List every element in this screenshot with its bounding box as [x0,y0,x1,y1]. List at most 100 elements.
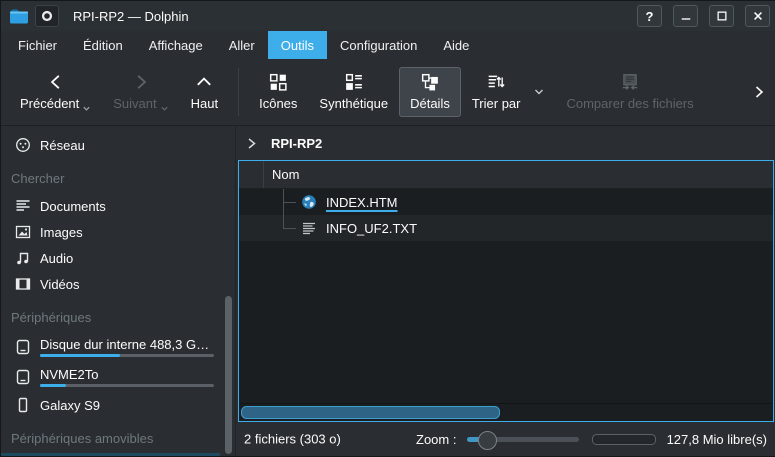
sidebar-item-label: Audio [40,251,73,266]
horizontal-scrollbar[interactable] [239,403,773,421]
minimize-icon [680,10,692,22]
free-space-bar [592,434,656,445]
forward-label: Suivant [113,97,156,111]
sidebar-item-label: Disque dur interne 488,3 G… [40,337,214,352]
back-button[interactable]: Précédent [9,67,102,117]
breadcrumb: RPI-RP2 [236,126,775,160]
sidebar-item-documents[interactable]: Documents [1,193,220,219]
zoom-slider[interactable] [467,431,579,448]
places-panel: Réseau Chercher Documents Images Audio V… [1,126,236,456]
menu-fichier[interactable]: Fichier [5,31,70,59]
items-count: 2 fichiers (303 o) [244,432,341,447]
menu-aller[interactable]: Aller [216,31,268,59]
minimize-button[interactable] [673,5,698,27]
sidebar-item-galaxy-s9[interactable]: Galaxy S9 [1,392,220,418]
help-button[interactable]: ? [637,5,662,27]
icons-view-icon [269,73,287,91]
hard-drive-icon [15,339,31,355]
forward-button[interactable]: Suivant [102,67,179,117]
view-header: Nom [239,161,773,189]
disk-usage-bar [40,354,214,357]
breadcrumb-root[interactable]: RPI-RP2 [271,136,322,151]
window-body: Réseau Chercher Documents Images Audio V… [1,126,775,456]
close-button[interactable] [745,5,770,27]
sidebar-item-rpi-rp2[interactable]: RPI-RP2 [1,453,220,457]
sidebar-item-videos[interactable]: Vidéos [1,271,220,297]
chevron-down-icon [82,104,91,111]
sidebar-item-label: Documents [40,199,106,214]
maximize-button[interactable] [709,5,734,27]
sidebar-item-disque-dur[interactable]: Disque dur interne 488,3 G… [1,332,220,362]
section-peripheriques: Périphériques [1,297,235,332]
up-label: Haut [191,97,218,111]
details-view-button[interactable]: Détails [399,67,461,117]
menu-edition[interactable]: Édition [70,31,136,59]
network-icon [15,137,31,153]
dolphin-window: RPI-RP2 — Dolphin ? Fichier Édition Affi… [0,0,775,457]
compact-label: Synthétique [319,97,388,111]
main-panel: RPI-RP2 Nom INDEX.HTM INFO_UF2.TX [236,126,775,456]
file-name: INDEX.HTM [326,195,398,210]
up-button[interactable]: Haut [180,67,229,117]
compact-view-icon [345,73,363,91]
sidebar-item-label: Images [40,225,83,240]
icons-label: Icônes [259,97,297,111]
compare-icon [621,73,639,91]
window-menu-button[interactable] [35,5,59,27]
close-icon [752,10,764,22]
sort-label: Trier par [472,97,521,111]
documents-icon [15,198,31,214]
compact-view-button[interactable]: Synthétique [308,67,399,117]
disk-usage-bar [40,384,214,387]
chevron-left-icon [47,73,65,91]
details-view-icon [421,73,439,91]
phone-icon [15,397,31,413]
sort-icon [487,73,505,91]
tree-line [283,228,296,229]
compare-files-button[interactable]: Comparer des fichiers [555,67,704,117]
zoom-control: Zoom : [416,422,579,456]
sidebar-item-audio[interactable]: Audio [1,245,220,271]
titlebar[interactable]: RPI-RP2 — Dolphin ? [1,1,775,31]
menu-outils[interactable]: Outils [268,31,327,59]
sidebar-item-reseau[interactable]: Réseau [1,132,220,158]
menu-aide[interactable]: Aide [430,31,482,59]
toolbar: Précédent Suivant Haut Icônes Synthétiqu… [1,59,775,126]
sidebar-item-nvme2to[interactable]: NVME2To [1,362,220,392]
maximize-icon [716,10,728,22]
free-space-label: 127,8 Mio libre(s) [667,432,767,447]
menubar: Fichier Édition Affichage Aller Outils C… [1,31,775,59]
sidebar-scrollbar[interactable] [225,296,232,454]
back-label: Précédent [20,97,79,111]
sidebar-item-images[interactable]: Images [1,219,220,245]
chevron-down-icon [160,104,169,111]
tree-line [283,202,296,203]
sidebar-item-label: Vidéos [40,277,80,292]
window-menu-icon [40,9,54,23]
zoom-slider-handle[interactable] [478,431,497,450]
details-label: Détails [410,97,450,111]
sidebar-item-label: NVME2To [40,367,214,382]
chevron-down-icon[interactable] [533,86,545,98]
horizontal-scrollbar-thumb[interactable] [241,406,500,419]
section-chercher: Chercher [1,158,235,193]
chevron-right-icon [752,85,766,99]
sort-by-button[interactable]: Trier par [461,67,532,117]
globe-icon [301,194,317,210]
chevron-right-icon[interactable] [245,137,258,150]
column-header-name[interactable]: Nom [264,167,299,182]
menu-configuration[interactable]: Configuration [327,31,430,59]
hard-drive-icon [15,369,31,385]
help-glyph: ? [646,9,654,24]
dolphin-app-icon [9,8,29,25]
menu-affichage[interactable]: Affichage [136,31,216,59]
audio-icon [15,250,31,266]
file-row-index-htm[interactable]: INDEX.HTM [239,189,773,215]
tree-line [283,215,284,228]
text-file-icon [301,220,317,236]
toolbar-overflow-button[interactable] [752,85,766,99]
icons-view-button[interactable]: Icônes [248,67,308,117]
file-row-info-uf2-txt[interactable]: INFO_UF2.TXT [239,215,773,241]
sidebar-item-label: Réseau [40,138,85,153]
section-peripheriques-amovibles: Périphériques amovibles [1,418,235,453]
